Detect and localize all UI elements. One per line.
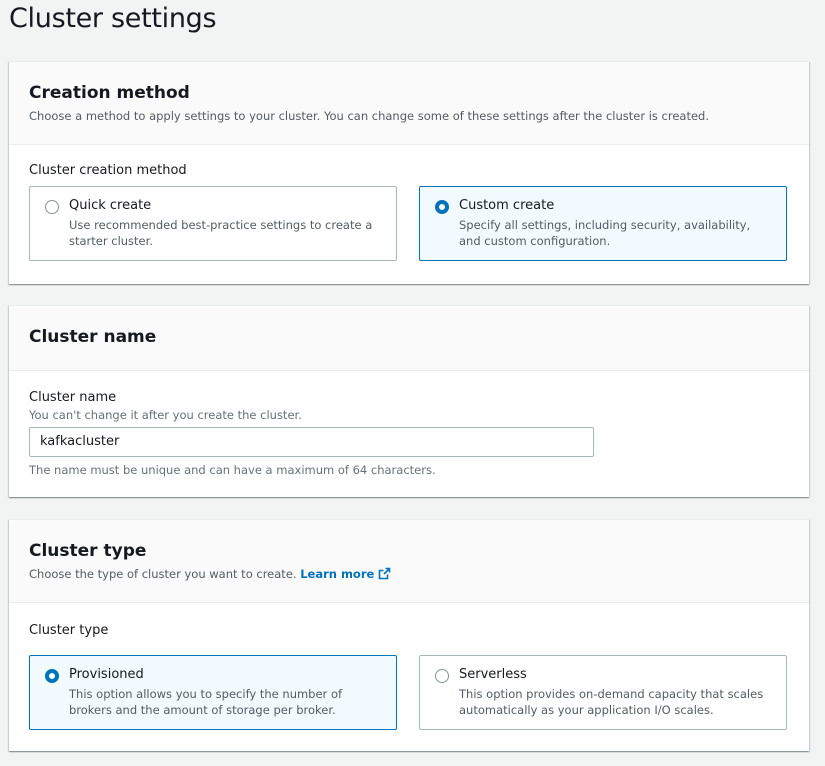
serverless-tile[interactable]: Serverless This option provides on-deman… — [419, 655, 787, 730]
provisioned-radio[interactable] — [45, 669, 59, 683]
custom-create-tile[interactable]: Custom create Specify all settings, incl… — [419, 186, 787, 261]
cluster-name-field-description: You can't change it after you create the… — [29, 408, 302, 422]
learn-more-link[interactable]: Learn more — [300, 567, 391, 581]
serverless-radio[interactable] — [435, 669, 449, 683]
quick-create-radio[interactable] — [45, 200, 59, 214]
creation-method-body: Cluster creation method Quick create Use… — [9, 145, 809, 284]
learn-more-label: Learn more — [300, 567, 375, 581]
quick-create-description: Use recommended best-practice settings t… — [69, 218, 373, 248]
creation-method-header: Creation method Choose a method to apply… — [9, 62, 809, 145]
serverless-label: Serverless — [459, 667, 527, 682]
creation-method-field-label: Cluster creation method — [29, 163, 187, 178]
page-title: Cluster settings — [9, 3, 217, 34]
provisioned-tile[interactable]: Provisioned This option allows you to sp… — [29, 655, 397, 730]
cluster-name-input[interactable]: kafkacluster — [29, 427, 594, 457]
creation-method-panel: Creation method Choose a method to apply… — [9, 61, 809, 284]
cluster-type-description: Choose the type of cluster you want to c… — [29, 567, 297, 581]
cluster-name-field-label: Cluster name — [29, 390, 117, 405]
creation-method-title: Creation method — [29, 83, 190, 103]
serverless-description: This option provides on-demand capacity … — [459, 687, 764, 717]
custom-create-description: Specify all settings, including security… — [459, 218, 751, 248]
custom-create-label: Custom create — [459, 198, 555, 213]
custom-create-radio[interactable] — [435, 200, 449, 214]
provisioned-label: Provisioned — [69, 667, 144, 682]
creation-method-description: Choose a method to apply settings to you… — [29, 109, 710, 123]
cluster-name-header: Cluster name — [9, 306, 809, 371]
provisioned-description: This option allows you to specify the nu… — [69, 687, 343, 717]
quick-create-tile[interactable]: Quick create Use recommended best-practi… — [29, 186, 397, 261]
quick-create-label: Quick create — [69, 198, 152, 213]
cluster-type-header: Cluster type Choose the type of cluster … — [9, 520, 809, 603]
cluster-name-panel: Cluster name Cluster name You can't chan… — [9, 305, 809, 497]
cluster-type-field-label: Cluster type — [29, 623, 109, 638]
cluster-name-body: Cluster name You can't change it after y… — [9, 371, 809, 497]
external-link-icon — [378, 567, 391, 583]
cluster-name-title: Cluster name — [29, 327, 157, 347]
cluster-name-constraint: The name must be unique and can have a m… — [29, 463, 436, 477]
cluster-type-panel: Cluster type Choose the type of cluster … — [9, 519, 809, 751]
cluster-type-body: Cluster type Provisioned This option all… — [9, 603, 809, 751]
cluster-type-title: Cluster type — [29, 541, 147, 561]
cluster-type-description-line: Choose the type of cluster you want to c… — [29, 567, 391, 583]
